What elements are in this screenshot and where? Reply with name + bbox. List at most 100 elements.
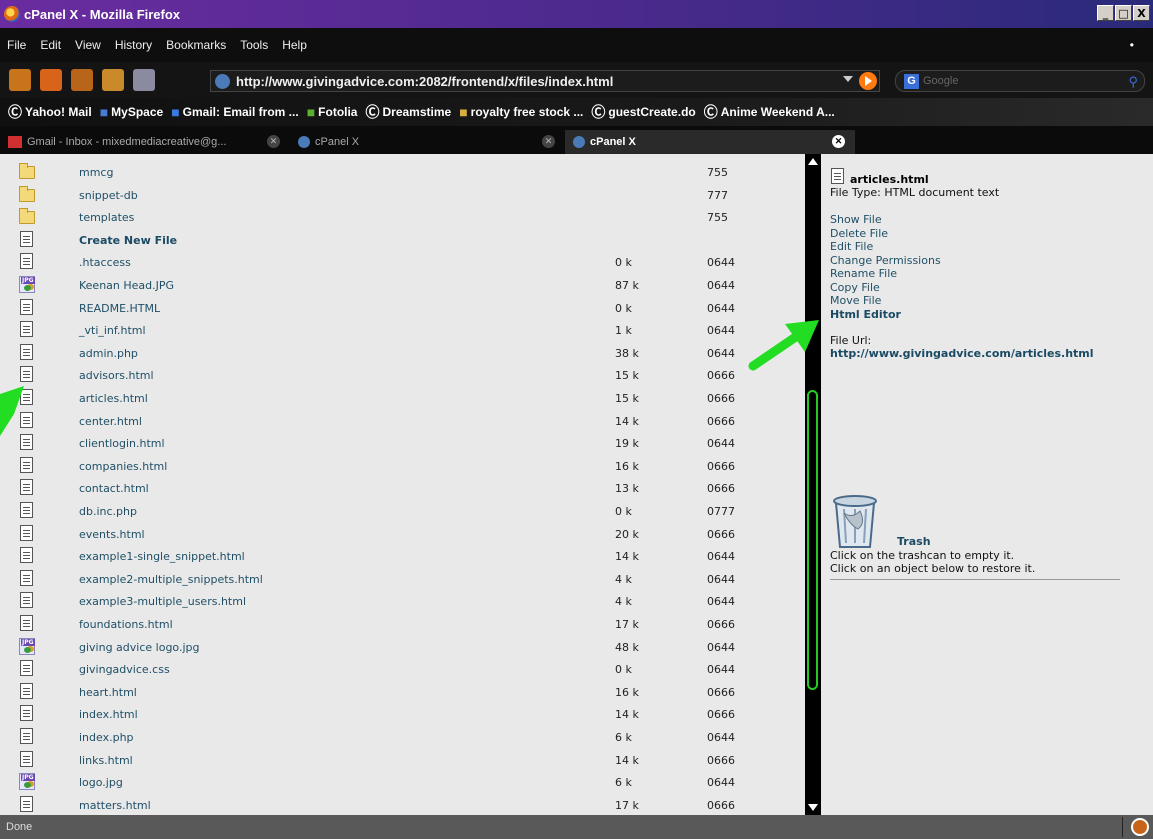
file-row[interactable]: index.php 6 k 0644 (0, 726, 805, 748)
document-icon[interactable] (19, 230, 35, 249)
document-icon[interactable] (19, 479, 35, 497)
file-name-link[interactable]: givingadvice.css (79, 663, 170, 676)
file-row[interactable]: articles.html 15 k 0666 (0, 387, 805, 409)
folder-icon[interactable] (19, 208, 35, 226)
file-name-link[interactable]: events.html (79, 528, 145, 541)
menu-bookmarks[interactable]: Bookmarks (159, 38, 233, 52)
scrollbar[interactable] (805, 154, 821, 815)
file-name-link[interactable]: example2-multiple_snippets.html (79, 573, 263, 586)
tab-close-icon[interactable]: ✕ (267, 135, 280, 148)
file-name-link[interactable]: foundations.html (79, 618, 173, 631)
close-button[interactable]: X (1133, 5, 1150, 21)
folder-icon[interactable] (19, 163, 35, 181)
file-name-link[interactable]: example1-single_snippet.html (79, 550, 245, 563)
copy-file-link[interactable]: Copy File (830, 281, 941, 295)
file-row[interactable]: example1-single_snippet.html 14 k 0644 (0, 545, 805, 567)
tab-cpanel-active[interactable]: cPanel X ✕ (565, 130, 855, 154)
file-row[interactable]: heart.html 16 k 0666 (0, 681, 805, 703)
delete-file-link[interactable]: Delete File (830, 227, 941, 241)
scroll-up-icon[interactable] (808, 158, 818, 165)
tab-close-icon[interactable]: ✕ (542, 135, 555, 148)
trash-label[interactable]: Trash (897, 535, 931, 548)
greasemonkey-icon[interactable] (1131, 818, 1149, 836)
file-url-link[interactable]: http://www.givingadvice.com/articles.htm… (830, 347, 1094, 360)
file-row[interactable]: clientlogin.html 19 k 0644 (0, 432, 805, 454)
folder-icon[interactable] (19, 185, 35, 204)
file-row[interactable]: contact.html 13 k 0666 (0, 477, 805, 499)
forward-icon[interactable] (40, 69, 62, 91)
file-name-link[interactable]: index.html (79, 708, 138, 721)
document-icon[interactable] (19, 321, 35, 339)
reload-icon[interactable] (102, 69, 124, 91)
file-row[interactable]: example2-multiple_snippets.html 4 k 0644 (0, 568, 805, 590)
bookmark-dreamstime[interactable]: Ⓒ Dreamstime (365, 102, 451, 122)
url-dropdown-icon[interactable] (843, 76, 853, 82)
document-icon[interactable] (19, 592, 35, 610)
document-icon[interactable] (19, 298, 35, 317)
maximize-button[interactable]: □ (1115, 5, 1132, 21)
file-row[interactable]: giving advice logo.jpg 48 k 0644 (0, 636, 805, 658)
file-name-link[interactable]: advisors.html (79, 369, 154, 382)
file-name-link[interactable]: index.php (79, 731, 134, 744)
file-row[interactable]: templates 755 (0, 206, 805, 228)
bookmark-gmail[interactable]: ■ Gmail: Email from ... (171, 104, 299, 120)
tab-close-icon[interactable]: ✕ (832, 135, 845, 148)
tab-gmail[interactable]: Gmail - Inbox - mixedmediacreative@g... … (0, 130, 290, 154)
file-row[interactable]: foundations.html 17 k 0666 (0, 613, 805, 635)
change-permissions-link[interactable]: Change Permissions (830, 254, 941, 268)
image-file-icon[interactable] (19, 637, 35, 656)
menu-file[interactable]: File (0, 38, 33, 52)
file-row[interactable]: snippet-db 777 (0, 184, 805, 206)
tab-cpanel-1[interactable]: cPanel X ✕ (290, 130, 565, 154)
file-name-link[interactable]: heart.html (79, 686, 137, 699)
menu-edit[interactable]: Edit (33, 38, 68, 52)
bookmark-guestcreate[interactable]: ⒸguestCreate.do (591, 102, 695, 122)
file-row[interactable]: README.HTML 0 k 0644 (0, 297, 805, 319)
document-icon[interactable] (19, 253, 35, 271)
menu-help[interactable]: Help (275, 38, 314, 52)
file-name-link[interactable]: contact.html (79, 482, 149, 495)
file-name-link[interactable]: companies.html (79, 460, 167, 473)
bookmark-anime-weekend[interactable]: Ⓒ Anime Weekend A... (704, 102, 835, 122)
file-row[interactable]: _vti_inf.html 1 k 0644 (0, 319, 805, 341)
go-button[interactable] (859, 72, 877, 90)
file-name-link[interactable]: clientlogin.html (79, 437, 165, 450)
file-name-link[interactable]: README.HTML (79, 302, 160, 315)
image-file-icon[interactable] (19, 773, 35, 791)
file-name-link[interactable]: Keenan Head.JPG (79, 279, 174, 292)
file-name-link[interactable]: admin.php (79, 347, 138, 360)
scroll-down-icon[interactable] (808, 804, 818, 811)
file-row[interactable]: advisors.html 15 k 0666 (0, 364, 805, 386)
file-name-link[interactable]: giving advice logo.jpg (79, 641, 199, 654)
bookmark-royalty-free[interactable]: ■ royalty free stock ... (459, 104, 583, 120)
home-icon[interactable] (71, 69, 93, 91)
search-icon[interactable]: ⚲ (1128, 74, 1138, 90)
file-row[interactable]: events.html 20 k 0666 (0, 523, 805, 545)
document-icon[interactable] (19, 728, 35, 746)
file-name-link[interactable]: _vti_inf.html (79, 324, 146, 337)
document-icon[interactable] (19, 366, 35, 384)
document-icon[interactable] (19, 569, 35, 588)
document-icon[interactable] (19, 660, 35, 678)
file-row[interactable]: center.html 14 k 0666 (0, 410, 805, 432)
menu-tools[interactable]: Tools (233, 38, 275, 52)
trashcan-icon[interactable] (830, 489, 880, 549)
file-name-link[interactable]: example3-multiple_users.html (79, 595, 246, 608)
stop-icon[interactable] (133, 69, 155, 91)
scrollbar-thumb-highlight[interactable] (807, 390, 818, 690)
file-row[interactable]: companies.html 16 k 0666 (0, 455, 805, 477)
file-name-link[interactable]: Create New File (79, 234, 177, 247)
document-icon[interactable] (19, 682, 35, 701)
file-row[interactable]: givingadvice.css 0 k 0644 (0, 658, 805, 680)
url-bar[interactable]: http://www.givingadvice.com:2082/fronten… (210, 70, 880, 92)
bookmark-fotolia[interactable]: ■ Fotolia (307, 104, 358, 120)
search-box[interactable]: G Google ⚲ (895, 70, 1145, 92)
file-name-link[interactable]: articles.html (79, 392, 148, 405)
menu-view[interactable]: View (68, 38, 108, 52)
file-name-link[interactable]: links.html (79, 754, 133, 767)
rename-file-link[interactable]: Rename File (830, 267, 941, 281)
document-icon[interactable] (19, 705, 35, 723)
show-file-link[interactable]: Show File (830, 213, 941, 227)
file-name-link[interactable]: matters.html (79, 799, 151, 812)
file-row[interactable]: mmcg 755 (0, 161, 805, 183)
